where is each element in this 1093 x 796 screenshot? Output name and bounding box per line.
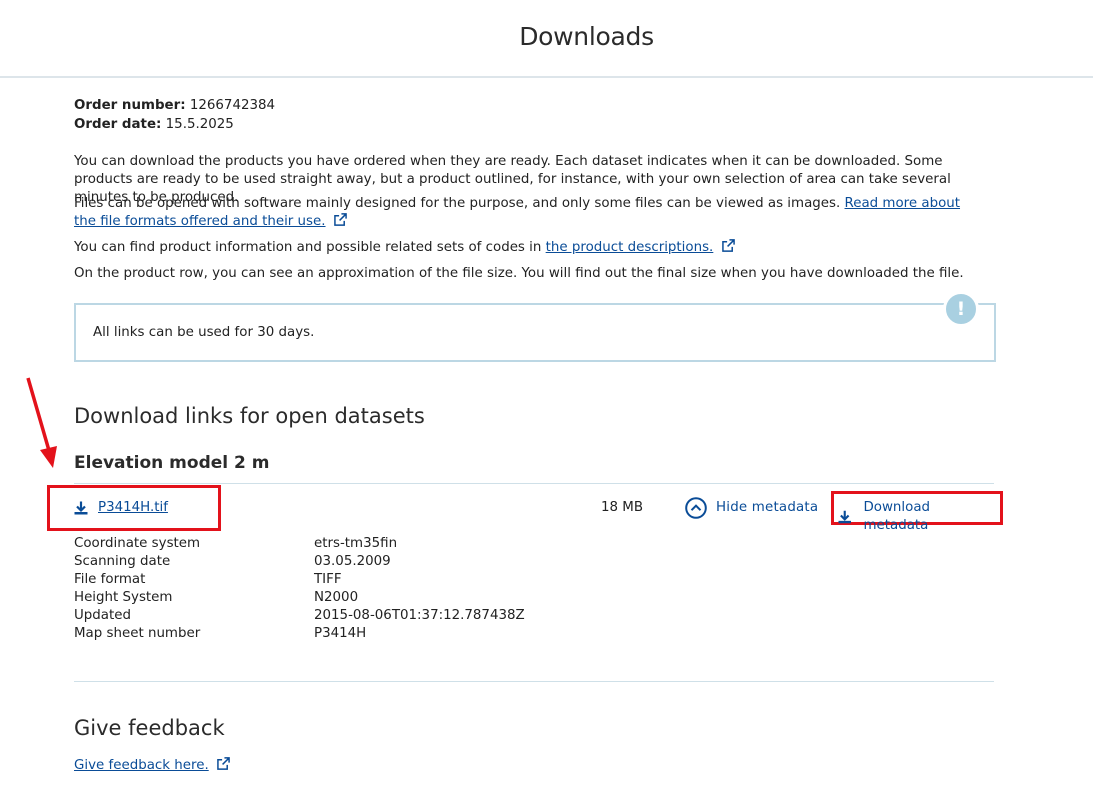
notice-box: ! All links can be used for 30 days. — [74, 291, 996, 362]
intro-paragraph-2: Files can be opened with software mainly… — [74, 195, 984, 231]
metadata-value: 2015-08-06T01:37:12.787438Z — [314, 608, 525, 623]
metadata-key: Map sheet number — [74, 626, 201, 641]
order-date-value: 15.5.2025 — [165, 117, 234, 132]
download-icon — [74, 501, 88, 515]
intro-paragraph-4: On the product row, you can see an appro… — [74, 266, 964, 281]
annotation-arrow-icon — [26, 377, 57, 468]
feedback-link[interactable]: Give feedback here. — [74, 758, 209, 773]
dataset-title: Elevation model 2 m — [74, 453, 270, 473]
metadata-row: Updated 2015-08-06T01:37:12.787438Z — [74, 607, 674, 625]
divider — [74, 483, 994, 484]
hide-metadata-button[interactable]: Hide metadata — [685, 497, 818, 519]
intro-paragraph-3: You can find product information and pos… — [74, 239, 984, 257]
downloads-page: Downloads Order number: 1266742384 Order… — [0, 0, 1093, 796]
metadata-value: N2000 — [314, 590, 359, 605]
metadata-key: Coordinate system — [74, 536, 201, 551]
metadata-row: Coordinate system etrs-tm35fin — [74, 535, 674, 553]
chevron-up-circle-icon — [685, 497, 707, 519]
order-number-value: 1266742384 — [189, 98, 276, 113]
feedback-heading: Give feedback — [74, 716, 225, 740]
external-link-icon — [217, 757, 230, 770]
order-date-label: Order date: — [74, 117, 162, 132]
metadata-row: Height System N2000 — [74, 589, 674, 607]
product-descriptions-link[interactable]: the product descriptions. — [546, 240, 714, 255]
order-number-label: Order number: — [74, 98, 186, 113]
file-size: 18 MB — [601, 500, 644, 515]
hide-metadata-label: Hide metadata — [716, 500, 819, 515]
feedback-row: Give feedback here. — [74, 757, 230, 775]
metadata-key: Scanning date — [74, 554, 171, 569]
metadata-value: etrs-tm35fin — [314, 536, 398, 551]
external-link-icon — [721, 239, 735, 252]
intro-paragraph-2-text: Files can be opened with software mainly… — [74, 196, 841, 211]
file-download-link[interactable]: P3414H.tif — [74, 499, 168, 517]
external-link-icon — [333, 213, 347, 226]
order-date-row: Order date: 15.5.2025 — [74, 116, 275, 135]
download-metadata-button[interactable]: Download metadata — [838, 499, 994, 535]
metadata-value: TIFF — [314, 572, 342, 587]
metadata-row: File format TIFF — [74, 571, 674, 589]
metadata-row: Scanning date 03.05.2009 — [74, 553, 674, 571]
downloads-heading: Download links for open datasets — [74, 404, 425, 428]
metadata-list: Coordinate system etrs-tm35fin Scanning … — [74, 535, 674, 643]
exclamation-icon: ! — [943, 291, 979, 327]
metadata-value: 03.05.2009 — [314, 554, 391, 569]
metadata-key: Height System — [74, 590, 173, 605]
page-header: Downloads — [0, 0, 1093, 78]
order-number-row: Order number: 1266742384 — [74, 97, 275, 116]
file-name-link[interactable]: P3414H.tif — [98, 499, 168, 517]
download-icon — [838, 510, 851, 524]
intro-paragraph-3-text: You can find product information and pos… — [74, 240, 542, 255]
metadata-value: P3414H — [314, 626, 367, 641]
notice-text: All links can be used for 30 days. — [93, 325, 315, 340]
download-metadata-label: Download metadata — [863, 500, 931, 533]
metadata-key: File format — [74, 572, 146, 587]
metadata-key: Updated — [74, 608, 131, 623]
metadata-row: Map sheet number P3414H — [74, 625, 674, 643]
page-title: Downloads — [519, 22, 654, 51]
order-info: Order number: 1266742384 Order date: 15.… — [74, 97, 275, 135]
divider — [74, 681, 994, 682]
